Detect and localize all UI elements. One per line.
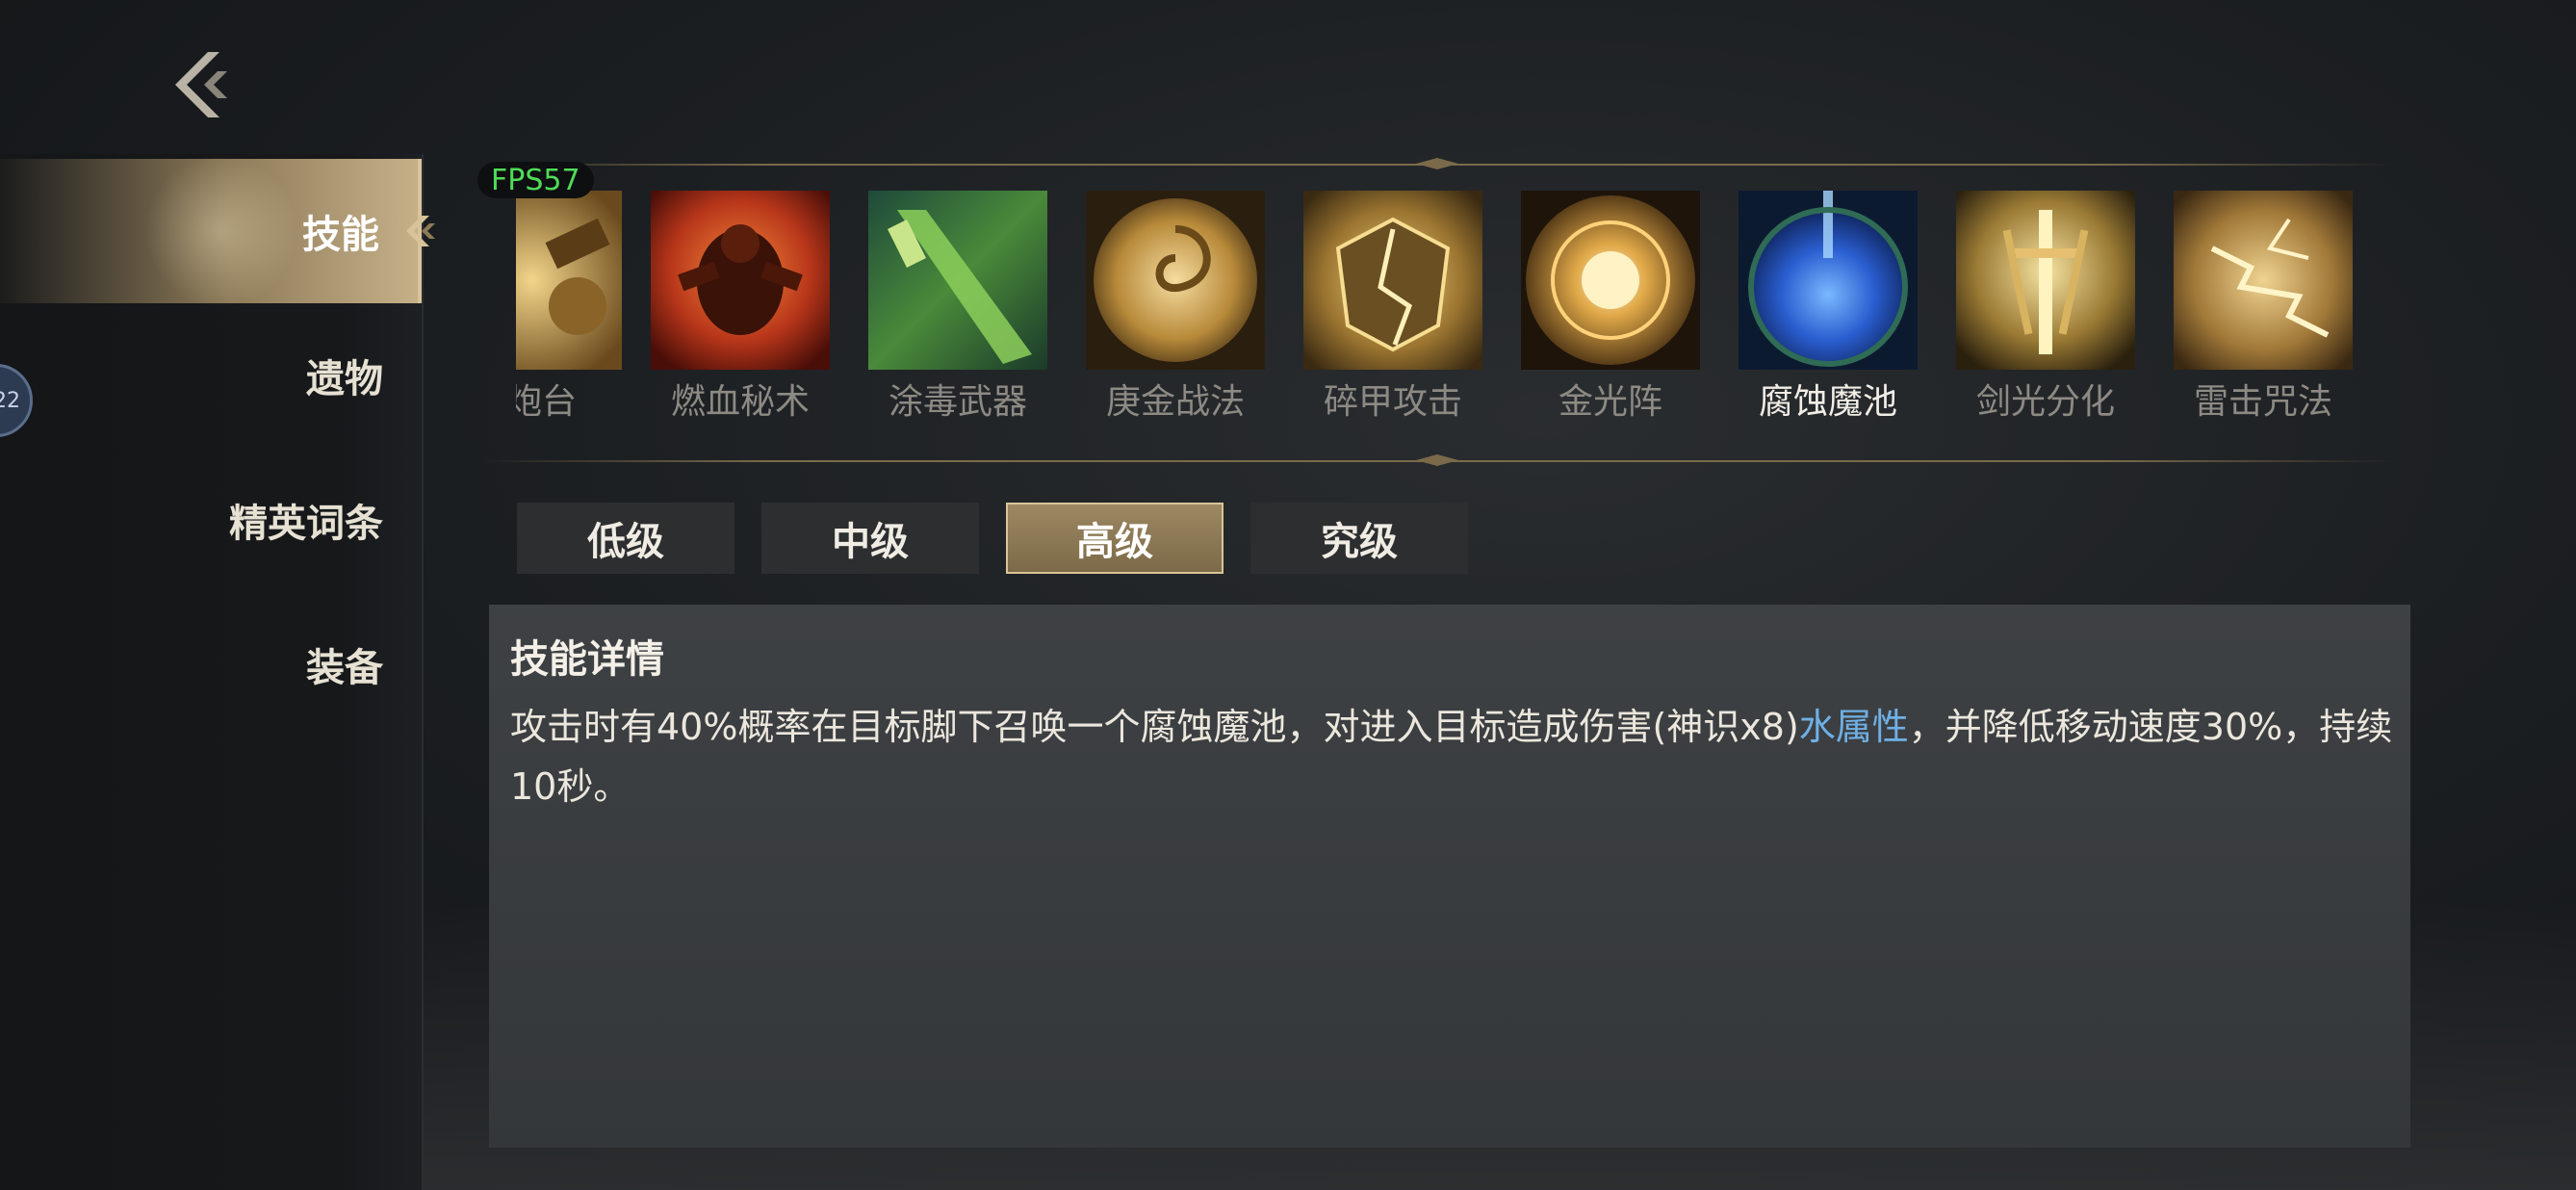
sidebar-item-label: 技能 xyxy=(302,213,379,257)
sidebar-item-relics[interactable]: 遗物 xyxy=(0,303,422,448)
divider-bottom xyxy=(481,454,2392,466)
chevron-left-icon xyxy=(406,216,435,246)
skill-detail-panel: 技能详情 攻击时有40%概率在目标脚下召唤一个腐蚀魔池，对进入目标造成伤害(神识… xyxy=(489,605,2410,1148)
skill-poison-weapon[interactable]: 涂毒武器 xyxy=(868,191,1047,422)
tier-tab-high[interactable]: 高级 xyxy=(1006,503,1224,574)
golden-array-icon xyxy=(1521,191,1700,370)
armor-break-icon xyxy=(1303,191,1482,370)
skill-name: 燃血秘术 xyxy=(670,382,810,422)
tier-tab-mid[interactable]: 中级 xyxy=(761,503,979,574)
metal-tactic-icon xyxy=(1086,191,1265,370)
skill-metal-tactic[interactable]: 庚金战法 xyxy=(1086,191,1265,422)
skill-name: 金光阵 xyxy=(1558,382,1662,422)
poison-weapon-icon xyxy=(868,191,1047,370)
skill-name: 雷击咒法 xyxy=(2193,382,2332,422)
sun-emblem-icon xyxy=(144,154,298,308)
tier-tab-ultimate[interactable]: 究级 xyxy=(1250,503,1468,574)
skill-thunder-spell[interactable]: 雷击咒法 xyxy=(2174,191,2353,422)
sidebar-item-skills[interactable]: 技能 xyxy=(0,154,435,308)
sidebar-item-equipment[interactable]: 装备 xyxy=(0,592,422,737)
back-button[interactable] xyxy=(164,46,241,123)
skill-armor-break[interactable]: 碎甲攻击 xyxy=(1303,191,1482,422)
sidebar-item-elite-affixes[interactable]: 精英词条 xyxy=(0,448,422,592)
thunder-spell-icon xyxy=(2174,191,2353,370)
fps-counter: FPS57 xyxy=(477,162,594,198)
skill-strip[interactable]: 炮台 燃血秘术 涂毒武器 庚金战法 碎甲攻击 金光阵 腐蚀魔池 剑光分化 雷击咒… xyxy=(516,191,2364,422)
turret-icon xyxy=(516,191,622,370)
detail-description: 攻击时有40%概率在目标脚下召唤一个腐蚀魔池，对进入目标造成伤害(神识x8)水属… xyxy=(510,697,2397,816)
skill-name: 炮台 xyxy=(516,382,577,422)
detail-title: 技能详情 xyxy=(510,637,664,682)
sidebar-item-label: 遗物 xyxy=(306,357,383,401)
skill-burning-blood[interactable]: 燃血秘术 xyxy=(651,191,830,422)
sidebar: 技能 遗物 精英词条 装备 xyxy=(0,154,435,1190)
skill-name: 庚金战法 xyxy=(1105,382,1245,422)
skill-name: 剑光分化 xyxy=(1975,382,2115,422)
sidebar-item-label: 装备 xyxy=(306,646,383,690)
burning-blood-icon xyxy=(651,191,830,370)
corrosion-pool-icon xyxy=(1739,191,1918,370)
skill-corrosion-pool[interactable]: 腐蚀魔池 xyxy=(1739,191,1918,422)
back-arrow-icon xyxy=(175,52,227,117)
divider-top xyxy=(481,158,2392,169)
skill-turret[interactable]: 炮台 xyxy=(516,191,622,422)
sidebar-item-label: 精英词条 xyxy=(229,502,383,546)
skill-sword-split[interactable]: 剑光分化 xyxy=(1956,191,2135,422)
skill-name: 碎甲攻击 xyxy=(1323,382,1462,422)
element-tag: 水属性 xyxy=(1798,706,1909,748)
skill-golden-array[interactable]: 金光阵 xyxy=(1521,191,1700,422)
sword-split-icon xyxy=(1956,191,2135,370)
skill-name: 涂毒武器 xyxy=(888,382,1027,422)
description-text: 攻击时有40%概率在目标脚下召唤一个腐蚀魔池，对进入目标造成伤害(神识x8) xyxy=(510,706,1799,748)
tier-tab-low[interactable]: 低级 xyxy=(517,503,734,574)
skill-name: 腐蚀魔池 xyxy=(1758,382,1897,422)
